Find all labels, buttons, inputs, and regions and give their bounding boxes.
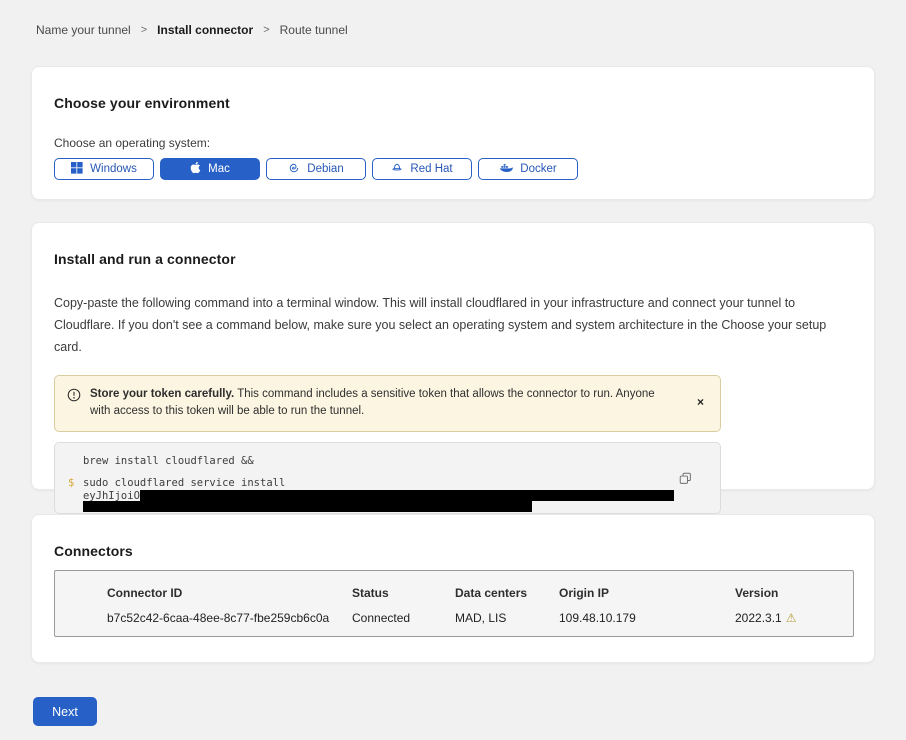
version-text: 2022.3.1 (735, 611, 782, 625)
redacted-token-bar (140, 490, 674, 501)
install-connector-description: Copy-paste the following command into a … (54, 293, 844, 359)
next-button[interactable]: Next (33, 697, 97, 726)
token-warning-title: Store your token carefully. (90, 388, 234, 400)
debian-icon (288, 162, 300, 177)
breadcrumb-name-your-tunnel[interactable]: Name your tunnel (36, 23, 131, 37)
choose-environment-card: Choose your environment Choose an operat… (31, 66, 875, 200)
connectors-title: Connectors (54, 543, 852, 559)
sudo-command-text: sudo cloudflared service install (83, 477, 285, 489)
os-select-label: Choose an operating system: (54, 136, 844, 150)
column-header-version: Version (735, 586, 833, 600)
os-button-label: Debian (307, 163, 343, 175)
windows-icon (71, 162, 83, 177)
connectors-table: Connector ID Status Data centers Origin … (54, 570, 854, 637)
install-connector-title: Install and run a connector (54, 251, 844, 267)
token-line: eyJhIjoiO (83, 490, 720, 501)
status-badge: Connected (352, 611, 455, 625)
code-line-sudo: $ sudo cloudflared service install eyJhI… (68, 477, 720, 512)
origin-ip-value: 109.48.10.179 (559, 611, 735, 625)
column-header-data-centers: Data centers (455, 586, 559, 600)
redacted-token-bar (83, 501, 532, 512)
os-button-group: Windows Mac Debian (54, 158, 844, 180)
data-centers-value: MAD, LIS (455, 611, 559, 625)
install-connector-card: Install and run a connector Copy-paste t… (31, 222, 875, 490)
os-button-label: Docker (520, 163, 556, 175)
close-icon[interactable]: × (695, 392, 706, 412)
alert-circle-icon (67, 388, 81, 409)
token-warning-banner: Store your token carefully. This command… (54, 375, 721, 433)
os-button-redhat[interactable]: Red Hat (372, 158, 472, 180)
tunnel-setup-page: Name your tunnel > Install connector > R… (0, 0, 906, 740)
install-command-codeblock: brew install cloudflared && $ sudo cloud… (54, 442, 721, 514)
connector-id-value: b7c52c42-6caa-48ee-8c77-fbe259cb6c0a (107, 611, 352, 625)
token-warning-text: Store your token carefully. This command… (90, 386, 686, 422)
redhat-icon (391, 162, 403, 177)
shell-prompt: $ (68, 477, 83, 512)
breadcrumb-install-connector[interactable]: Install connector (157, 23, 253, 37)
column-header-status: Status (352, 586, 455, 600)
os-button-docker[interactable]: Docker (478, 158, 578, 180)
os-button-windows[interactable]: Windows (54, 158, 154, 180)
breadcrumb-route-tunnel[interactable]: Route tunnel (280, 23, 348, 37)
column-header-origin-ip: Origin IP (559, 586, 735, 600)
os-button-label: Windows (90, 163, 137, 175)
os-button-mac[interactable]: Mac (160, 158, 260, 180)
docker-icon (499, 162, 513, 177)
version-value: 2022.3.1 ⚠ (735, 611, 833, 625)
token-prefix-text: eyJhIjoiO (83, 490, 140, 502)
breadcrumb-separator: > (141, 24, 147, 36)
prompt-spacer (68, 455, 83, 467)
connectors-card: Connectors Connector ID Status Data cent… (31, 514, 875, 663)
copy-icon[interactable] (677, 470, 694, 490)
os-button-debian[interactable]: Debian (266, 158, 366, 180)
warning-triangle-icon: ⚠ (786, 612, 797, 624)
code-line-brew: brew install cloudflared && (68, 455, 720, 467)
breadcrumb: Name your tunnel > Install connector > R… (0, 0, 906, 37)
column-header-connector-id: Connector ID (107, 586, 352, 600)
choose-environment-title: Choose your environment (54, 95, 844, 111)
code-text: sudo cloudflared service install eyJhIjo… (83, 477, 720, 512)
code-text: brew install cloudflared && (83, 455, 720, 467)
breadcrumb-separator: > (263, 24, 269, 36)
os-button-label: Red Hat (410, 163, 452, 175)
os-button-label: Mac (208, 163, 230, 175)
apple-icon (190, 161, 201, 177)
